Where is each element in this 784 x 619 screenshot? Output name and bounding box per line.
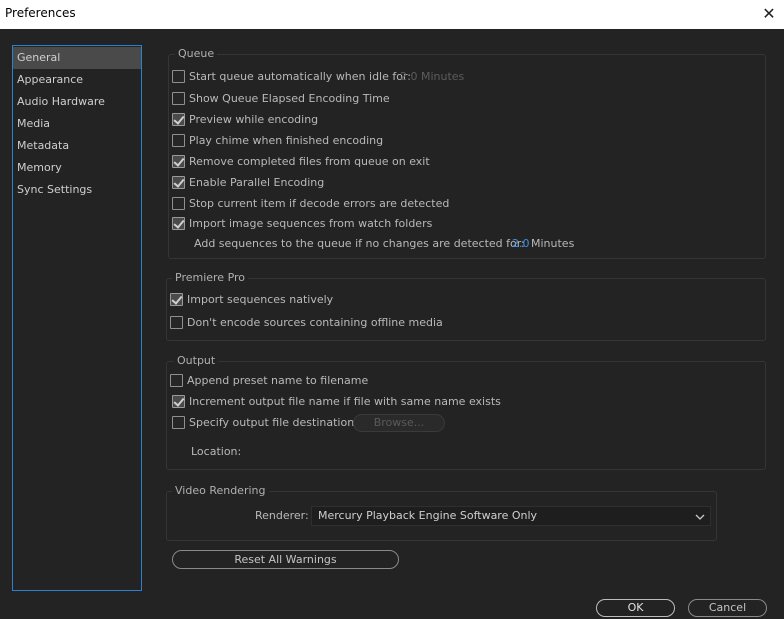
specify-destination-option[interactable]: Specify output file destination: <box>172 415 358 431</box>
play-chime-label: Play chime when finished encoding <box>189 134 384 147</box>
import-watch-option[interactable]: Import image sequences from watch folder… <box>172 216 472 232</box>
specify-destination-checkbox[interactable] <box>172 416 185 429</box>
output-group-title: Output <box>174 354 219 367</box>
preview-encoding-option[interactable]: Preview while encoding <box>172 112 472 128</box>
dont-encode-offline-option[interactable]: Don't encode sources containing offline … <box>170 315 470 331</box>
append-preset-option[interactable]: Append preset name to filename <box>170 373 470 389</box>
increment-filename-option[interactable]: Increment output file name if file with … <box>172 394 501 410</box>
add-sequences-label: Add sequences to the queue if no changes… <box>194 237 525 250</box>
remove-completed-option[interactable]: Remove completed files from queue on exi… <box>172 154 472 170</box>
append-preset-checkbox[interactable] <box>170 374 183 387</box>
show-elapsed-label: Show Queue Elapsed Encoding Time <box>189 92 390 105</box>
sidebar-item-appearance[interactable]: Appearance <box>13 69 141 91</box>
add-sequences-unit: Minutes <box>531 237 575 250</box>
sidebar-item-audio-hardware[interactable]: Audio Hardware <box>13 91 141 113</box>
renderer-label: Renderer: <box>255 509 309 522</box>
premiere-group-title: Premiere Pro <box>172 271 249 284</box>
import-natively-checkbox[interactable] <box>170 293 183 306</box>
category-sidebar: General Appearance Audio Hardware Media … <box>12 45 142 591</box>
location-label: Location: <box>191 445 242 458</box>
stop-current-option[interactable]: Stop current item if decode errors are d… <box>172 196 472 212</box>
dont-encode-offline-checkbox[interactable] <box>170 316 183 329</box>
start-queue-auto-label: Start queue automatically when idle for: <box>189 70 412 83</box>
sidebar-item-general[interactable]: General <box>13 47 141 69</box>
remove-completed-checkbox[interactable] <box>172 155 185 168</box>
increment-filename-checkbox[interactable] <box>172 395 185 408</box>
increment-filename-label: Increment output file name if file with … <box>189 395 501 408</box>
preview-encoding-label: Preview while encoding <box>189 113 319 126</box>
browse-button[interactable]: Browse... <box>353 414 445 432</box>
queue-group-title: Queue <box>175 47 218 60</box>
dont-encode-offline-label: Don't encode sources containing offline … <box>187 316 443 329</box>
play-chime-checkbox[interactable] <box>172 134 185 147</box>
stop-current-label: Stop current item if decode errors are d… <box>189 197 450 210</box>
import-watch-label: Import image sequences from watch folder… <box>189 217 433 230</box>
play-chime-option[interactable]: Play chime when finished encoding <box>172 133 472 149</box>
window-title: Preferences <box>5 6 76 20</box>
premiere-group <box>166 278 766 341</box>
import-natively-label: Import sequences natively <box>187 293 334 306</box>
add-sequences-value[interactable]: 2.0 <box>512 236 530 252</box>
renderer-select[interactable]: Mercury Playback Engine Software Only <box>311 506 711 526</box>
parallel-encoding-label: Enable Parallel Encoding <box>189 176 325 189</box>
preview-encoding-checkbox[interactable] <box>172 113 185 126</box>
chevron-down-icon <box>694 508 706 533</box>
parallel-encoding-option[interactable]: Enable Parallel Encoding <box>172 175 472 191</box>
title-bar: Preferences ✕ <box>0 0 784 29</box>
sidebar-item-media[interactable]: Media <box>13 113 141 135</box>
sidebar-item-memory[interactable]: Memory <box>13 157 141 179</box>
start-queue-auto-option[interactable]: Start queue automatically when idle for:… <box>172 69 472 85</box>
add-sequences-row: Add sequences to the queue if no changes… <box>194 236 594 252</box>
remove-completed-label: Remove completed files from queue on exi… <box>189 155 430 168</box>
append-preset-label: Append preset name to filename <box>187 374 369 387</box>
show-elapsed-checkbox[interactable] <box>172 92 185 105</box>
idle-minutes-value: 2.0 Minutes <box>400 70 465 83</box>
renderer-select-value: Mercury Playback Engine Software Only <box>318 509 538 522</box>
sidebar-item-sync-settings[interactable]: Sync Settings <box>13 179 141 201</box>
parallel-encoding-checkbox[interactable] <box>172 176 185 189</box>
video-rendering-group-title: Video Rendering <box>172 484 269 497</box>
stop-current-checkbox[interactable] <box>172 197 185 210</box>
ok-button[interactable]: OK <box>596 599 675 617</box>
cancel-button[interactable]: Cancel <box>688 599 767 617</box>
start-queue-auto-checkbox[interactable] <box>172 70 185 83</box>
close-icon[interactable]: ✕ <box>757 3 781 25</box>
sidebar-item-metadata[interactable]: Metadata <box>13 135 141 157</box>
import-natively-option[interactable]: Import sequences natively <box>170 292 470 308</box>
reset-warnings-button[interactable]: Reset All Warnings <box>172 550 399 569</box>
import-watch-checkbox[interactable] <box>172 217 185 230</box>
show-elapsed-option[interactable]: Show Queue Elapsed Encoding Time <box>172 91 472 107</box>
specify-destination-label: Specify output file destination: <box>189 416 358 429</box>
